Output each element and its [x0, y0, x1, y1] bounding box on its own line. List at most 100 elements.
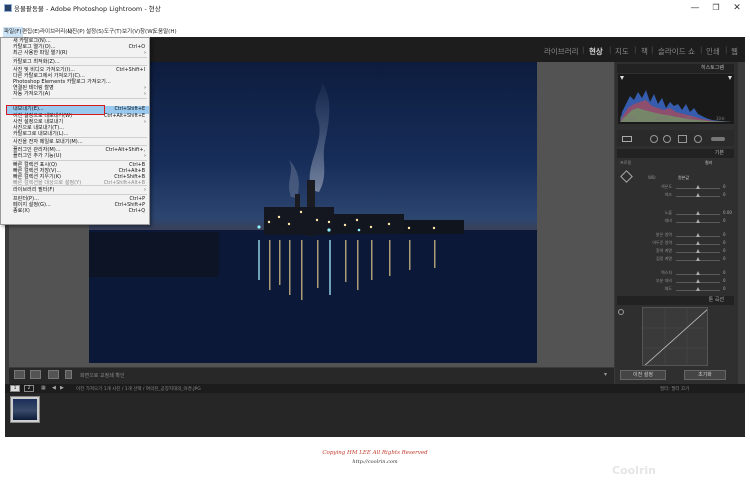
slider-blacks[interactable]: 검정 계열 0: [620, 256, 730, 264]
module-print[interactable]: 인쇄: [706, 46, 720, 57]
filmstrip-thumbnail[interactable]: [10, 396, 40, 423]
module-develop[interactable]: 현상: [589, 46, 603, 57]
menu-view[interactable]: 보기(V): [122, 27, 140, 37]
lightroom-window: 웅물팥동물 - Adobe Photoshop Lightroom - 현상 —…: [0, 0, 750, 438]
menu-file[interactable]: 파일(F): [3, 27, 23, 37]
slider-highlights[interactable]: 밝은 영역 0: [620, 232, 730, 240]
slider-label: 텍스처: [660, 270, 672, 275]
slider-texture[interactable]: 텍스처 0: [620, 270, 730, 278]
slider-knob[interactable]: [696, 271, 700, 275]
slider-whites[interactable]: 흰색 계열 0: [620, 248, 730, 256]
photo-night-factory[interactable]: [89, 62, 537, 363]
filmstrip-page-1[interactable]: 1: [10, 385, 20, 392]
slider-knob[interactable]: [696, 249, 700, 253]
menu-tools[interactable]: 도구(T): [104, 27, 122, 37]
histogram-header[interactable]: 히스토그램: [617, 64, 734, 73]
menu-help[interactable]: 도움말(H): [153, 27, 177, 37]
file-menu-item[interactable]: 플러그인 추가 기능(U): [13, 153, 61, 160]
filmstrip-filter[interactable]: 필터: 필터 끄기: [660, 386, 689, 392]
profile-value[interactable]: 컬러: [705, 160, 712, 166]
menu-bar: 파일(F) 편집(E) 라이브러리(L) 사진(P) 설정(S) 도구(T) 보…: [0, 27, 750, 37]
slider-knob[interactable]: [696, 257, 700, 261]
profile-label: 프로필: [620, 160, 632, 165]
slider-value[interactable]: 0: [723, 184, 726, 189]
grid-view-icon[interactable]: ▦: [41, 385, 46, 391]
menu-photo[interactable]: 사진(P): [67, 27, 85, 37]
file-menu-item[interactable]: 종료(X): [13, 208, 30, 215]
slider-contrast[interactable]: 대비 0: [620, 218, 730, 226]
slider-tint[interactable]: 색조 0: [620, 192, 730, 200]
slider-value[interactable]: 0: [723, 248, 726, 253]
slider-value[interactable]: 0.00: [723, 210, 732, 215]
prev-arrow-icon[interactable]: ◀: [52, 385, 56, 391]
slider-label: 노출: [664, 210, 672, 215]
filmstrip-source-path[interactable]: 이전 가져오기 1개 사진 / 1개 선택 / 여의천_공장지대의_야경.JPG: [76, 386, 201, 392]
file-menu-item[interactable]: 카탈로그로 내보내기(L)...: [13, 131, 68, 138]
compare-view-icon[interactable]: [30, 370, 41, 379]
file-menu-item[interactable]: 라이브러리 필터(F): [13, 187, 54, 194]
maximize-button[interactable]: ❐: [707, 1, 725, 15]
graduated-filter-icon[interactable]: [678, 135, 687, 143]
slider-label: 밝은 영역: [656, 232, 672, 237]
slider-knob[interactable]: [696, 211, 700, 215]
slider-value[interactable]: 0: [723, 278, 726, 283]
submenu-arrow-icon: ›: [144, 119, 146, 125]
slider-knob[interactable]: [696, 287, 700, 291]
slider-value[interactable]: 0: [723, 232, 726, 237]
tone-curve-graph[interactable]: [642, 307, 708, 366]
hist-shutter: 30초: [716, 116, 725, 121]
module-book[interactable]: 책: [641, 46, 648, 57]
before-after-icon[interactable]: [48, 370, 59, 379]
menu-shortcut: Ctrl+O: [128, 45, 145, 50]
module-slideshow[interactable]: 슬라이드 쇼: [658, 46, 695, 57]
crop-tool-icon[interactable]: [622, 136, 632, 142]
wb-value[interactable]: 원본값: [678, 175, 689, 181]
slider-value[interactable]: 0: [723, 270, 726, 275]
slider-exposure[interactable]: 노출 0.00: [620, 210, 732, 218]
slider-knob[interactable]: [696, 233, 700, 237]
slider-label: 흰색 계열: [656, 248, 672, 253]
slider-value[interactable]: 0: [723, 286, 726, 291]
close-button[interactable]: ✕: [728, 1, 746, 15]
filmstrip-page-2[interactable]: 2: [24, 385, 34, 392]
slider-value[interactable]: 0: [723, 256, 726, 261]
file-menu-item[interactable]: 최근 사용한 파일 열기(R): [13, 50, 68, 57]
toolbar-menu-icon[interactable]: ▾: [604, 371, 607, 378]
file-menu-item[interactable]: 자동 가져오기(A): [13, 91, 50, 98]
slider-knob[interactable]: [696, 241, 700, 245]
minimize-button[interactable]: —: [686, 1, 704, 15]
file-menu-item[interactable]: 사진을 전자 메일로 보내기(M)...: [13, 139, 83, 146]
reset-button[interactable]: 초기화: [684, 370, 726, 380]
next-arrow-icon[interactable]: ▶: [60, 385, 64, 391]
spot-removal-icon[interactable]: [650, 135, 658, 143]
radial-filter-icon[interactable]: [694, 135, 702, 143]
menu-settings[interactable]: 설정(S): [86, 27, 104, 37]
slider-saturation[interactable]: 채도 0: [620, 286, 730, 294]
slider-value[interactable]: 0: [723, 218, 726, 223]
curve-target-icon[interactable]: [618, 309, 624, 315]
menu-edit[interactable]: 편집(E): [22, 27, 40, 37]
slider-shadows[interactable]: 어두운 영역 0: [620, 240, 730, 248]
slider-temperature[interactable]: 색온도 0: [620, 184, 730, 192]
slider-value[interactable]: 0: [723, 192, 726, 197]
slider-clarity[interactable]: 부분 대비 0: [620, 278, 730, 286]
slider-knob[interactable]: [696, 193, 700, 197]
adjustment-brush-icon[interactable]: [711, 137, 725, 141]
slider-label: 어두운 영역: [652, 240, 672, 245]
hist-focal: 28mm: [655, 116, 668, 121]
module-library[interactable]: 라이브러리: [544, 46, 579, 57]
softproof-checkbox[interactable]: [65, 370, 72, 379]
module-web[interactable]: 웹: [731, 46, 738, 57]
redeye-icon[interactable]: [663, 135, 671, 143]
wb-label: WB:: [648, 175, 657, 180]
slider-knob[interactable]: [696, 219, 700, 223]
basic-header[interactable]: 기본: [617, 149, 734, 158]
slider-knob[interactable]: [696, 185, 700, 189]
slider-knob[interactable]: [696, 279, 700, 283]
previous-settings-button[interactable]: 이전 설정: [620, 370, 666, 380]
tone-curve-header[interactable]: 톤 곡선: [617, 296, 734, 305]
loupe-view-icon[interactable]: [14, 370, 25, 379]
module-map[interactable]: 지도: [615, 46, 629, 57]
file-menu-item[interactable]: 카탈로그 최적화(Z)...: [13, 59, 60, 66]
slider-value[interactable]: 0: [723, 240, 726, 245]
